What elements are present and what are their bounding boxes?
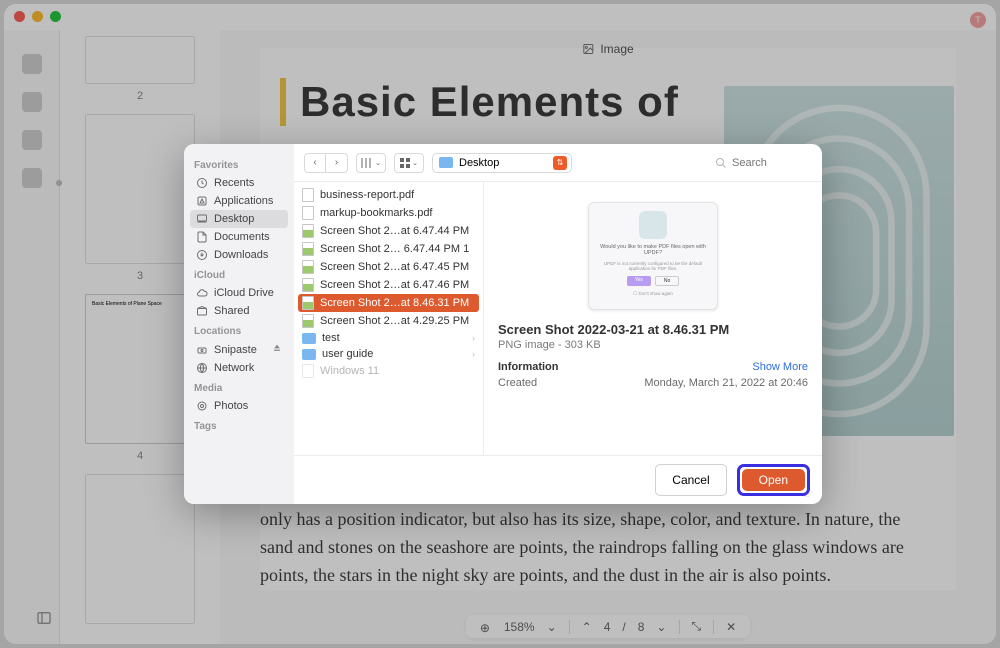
image-file-icon	[302, 260, 314, 274]
sidebar-item-applications[interactable]: Applications	[190, 192, 288, 210]
file-open-dialog: Favorites RecentsApplicationsDesktopDocu…	[184, 144, 822, 504]
image-file-icon	[302, 242, 314, 256]
file-row[interactable]: Screen Shot 2…at 4.29.25 PM	[294, 312, 483, 330]
drive-icon	[196, 344, 208, 356]
resize-grip-icon[interactable]: ⋰⋰	[804, 491, 810, 498]
forward-button[interactable]: ›	[326, 153, 348, 173]
show-more-link[interactable]: Show More	[752, 361, 808, 373]
file-row[interactable]: Screen Shot 2…at 6.47.44 PM	[294, 222, 483, 240]
file-row[interactable]: user guide›	[294, 346, 483, 362]
file-icon	[302, 364, 314, 378]
folder-icon	[302, 333, 316, 344]
sidebar-section-locations: Locations	[194, 326, 288, 337]
file-row[interactable]: Screen Shot 2…at 8.46.31 PM	[298, 294, 479, 312]
image-file-icon	[302, 314, 314, 328]
image-file-icon	[302, 224, 314, 238]
file-row[interactable]: Screen Shot 2…at 6.47.46 PM	[294, 276, 483, 294]
download-icon	[196, 249, 208, 261]
dialog-toolbar: ‹ › ⌄ ⌄ Desktop ⇅	[294, 144, 822, 182]
chevron-right-icon: ›	[472, 333, 475, 343]
file-row[interactable]: markup-bookmarks.pdf	[294, 204, 483, 222]
sidebar-item-documents[interactable]: Documents	[190, 228, 288, 246]
chevron-updown-icon: ⇅	[553, 156, 567, 170]
image-file-icon	[302, 296, 314, 310]
globe-icon	[196, 362, 208, 374]
sidebar-item-snipaste[interactable]: Snipaste	[190, 340, 288, 359]
file-row[interactable]: test›	[294, 330, 483, 346]
sidebar-section-media: Media	[194, 383, 288, 394]
search-icon	[715, 157, 727, 169]
file-row[interactable]: Screen Shot 2…at 6.47.45 PM	[294, 258, 483, 276]
photos-icon	[196, 400, 208, 412]
cancel-button[interactable]: Cancel	[655, 464, 726, 496]
sidebar-section-tags: Tags	[194, 421, 288, 432]
back-button[interactable]: ‹	[304, 153, 326, 173]
doc-icon	[196, 231, 208, 243]
clock-icon	[196, 177, 208, 189]
sidebar-item-photos[interactable]: Photos	[190, 397, 288, 415]
folder-icon	[439, 157, 453, 168]
sidebar-item-recents[interactable]: Recents	[190, 174, 288, 192]
sidebar-item-downloads[interactable]: Downloads	[190, 246, 288, 264]
search-input[interactable]	[732, 157, 812, 169]
shared-icon	[196, 305, 208, 317]
location-selector[interactable]: Desktop ⇅	[432, 153, 572, 173]
desktop-icon	[196, 213, 208, 225]
pdf-file-icon	[302, 206, 314, 220]
sidebar-item-icloud-drive[interactable]: iCloud Drive	[190, 284, 288, 302]
folder-icon	[302, 349, 316, 360]
open-button-highlight: Open	[737, 464, 810, 496]
view-grid-button[interactable]: ⌄	[394, 153, 424, 173]
cloud-icon	[196, 287, 208, 299]
file-row[interactable]: Screen Shot 2… 6.47.44 PM 1	[294, 240, 483, 258]
sidebar-item-network[interactable]: Network	[190, 359, 288, 377]
file-row[interactable]: business-report.pdf	[294, 186, 483, 204]
dialog-footer: Cancel Open	[294, 455, 822, 504]
view-columns-button[interactable]: ⌄	[356, 153, 386, 173]
sidebar-section-icloud: iCloud	[194, 270, 288, 281]
search-field[interactable]	[715, 157, 812, 169]
dialog-sidebar: Favorites RecentsApplicationsDesktopDocu…	[184, 144, 294, 504]
file-row[interactable]: Windows 11	[294, 362, 483, 380]
file-list[interactable]: business-report.pdfmarkup-bookmarks.pdfS…	[294, 182, 484, 455]
open-button[interactable]: Open	[742, 469, 805, 491]
pdf-file-icon	[302, 188, 314, 202]
info-header: Information	[498, 361, 559, 373]
info-val-created: Monday, March 21, 2022 at 20:46	[644, 377, 808, 389]
sidebar-item-shared[interactable]: Shared	[190, 302, 288, 320]
image-file-icon	[302, 278, 314, 292]
app-icon	[196, 195, 208, 207]
location-label: Desktop	[459, 157, 499, 169]
info-key-created: Created	[498, 377, 537, 389]
preview-filename: Screen Shot 2022-03-21 at 8.46.31 PM	[498, 322, 808, 337]
sidebar-item-desktop[interactable]: Desktop	[190, 210, 288, 228]
preview-thumbnail: Would you like to make PDF files open wi…	[588, 202, 718, 310]
file-preview: Would you like to make PDF files open wi…	[484, 182, 822, 455]
preview-subtitle: PNG image - 303 KB	[498, 339, 808, 351]
eject-icon[interactable]	[272, 343, 282, 356]
chevron-right-icon: ›	[472, 349, 475, 359]
sidebar-section-favorites: Favorites	[194, 160, 288, 171]
nav-back-forward: ‹ ›	[304, 153, 348, 173]
